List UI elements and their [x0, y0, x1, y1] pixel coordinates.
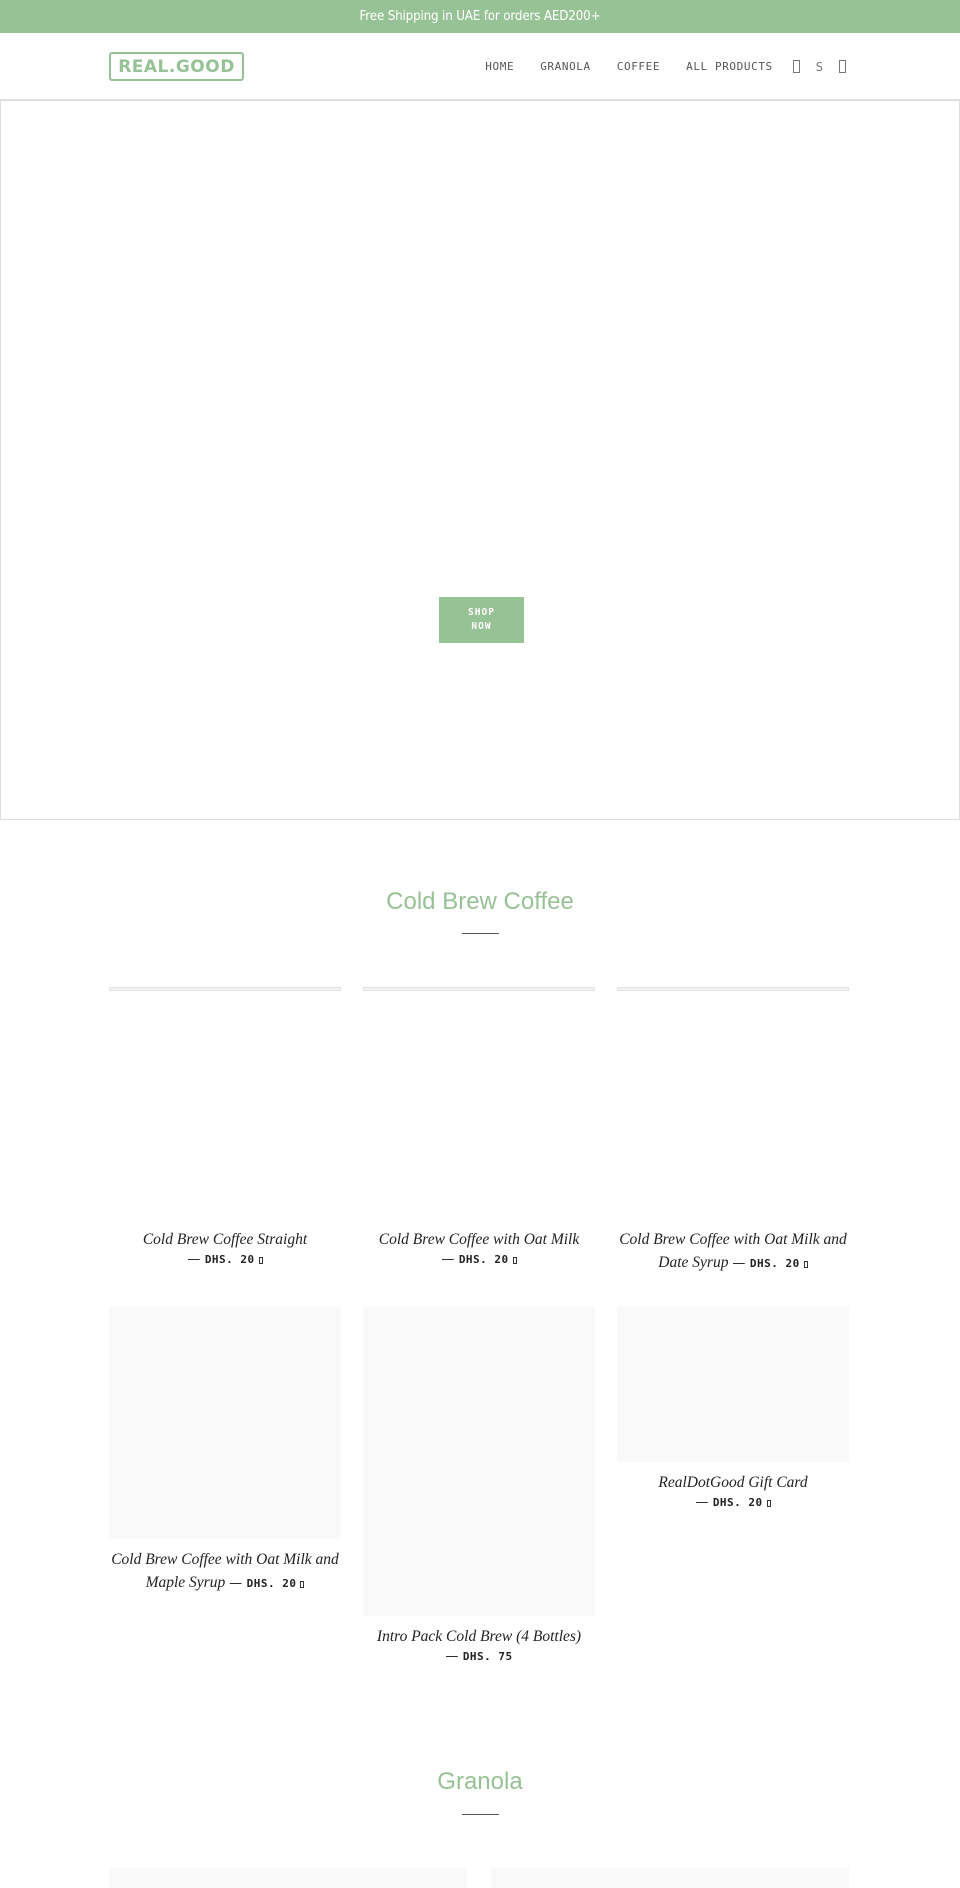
- logo[interactable]: REAL.GOOD: [109, 52, 244, 81]
- shop-now-button[interactable]: SHOP NOW: [439, 597, 524, 643]
- currency-icon: [766, 1500, 771, 1507]
- site-header: REAL.GOOD HOME GRANOLA COFFEE ALL PRODUC…: [0, 33, 960, 100]
- nav-granola[interactable]: GRANOLA: [540, 60, 591, 73]
- product-card[interactable]: Cold Brew Coffee Straight — DHS. 20: [109, 1228, 341, 1269]
- nav-all-products[interactable]: ALL PRODUCTS: [686, 60, 773, 73]
- shop-now-line2: NOW: [471, 621, 492, 632]
- product-image[interactable]: [109, 987, 341, 991]
- section-title-granola: Granola: [437, 1768, 523, 1795]
- shop-now-line1: SHOP: [468, 607, 495, 618]
- announcement-text: Free Shipping in UAE for orders AED200+: [359, 9, 601, 24]
- currency-icon: [512, 1257, 517, 1264]
- product-image[interactable]: [363, 1307, 595, 1616]
- product-card[interactable]: Cold Brew Coffee with Oat Milk — DHS. 20: [363, 1228, 595, 1269]
- main-nav: HOME GRANOLA COFFEE ALL PRODUCTS S: [485, 33, 846, 100]
- product-image[interactable]: [109, 1868, 467, 1888]
- product-price: — DHS. 75: [445, 1649, 513, 1664]
- currency-icon: [258, 1257, 263, 1264]
- currency-icon: [300, 1581, 305, 1588]
- product-price: — DHS. 20: [363, 1251, 595, 1269]
- search-icon[interactable]: [792, 60, 800, 73]
- product-card[interactable]: Cold Brew Coffee with Oat Milk and Date …: [617, 1228, 849, 1275]
- product-title[interactable]: RealDotGood Gift Card: [658, 1474, 807, 1491]
- cart-icon[interactable]: [839, 60, 846, 73]
- product-price: — DHS. 20: [109, 1251, 341, 1269]
- product-image[interactable]: [491, 1868, 849, 1888]
- product-image[interactable]: [109, 1307, 341, 1539]
- product-card[interactable]: RealDotGood Gift Card — DHS. 20: [617, 1471, 849, 1512]
- product-image[interactable]: [617, 1307, 849, 1462]
- product-title[interactable]: Cold Brew Coffee with Oat Milk and Maple…: [111, 1551, 339, 1591]
- section-title-cold-brew: Cold Brew Coffee: [386, 888, 574, 915]
- nav-home[interactable]: HOME: [485, 60, 514, 73]
- product-image[interactable]: [363, 987, 595, 991]
- product-price: — DHS. 20: [732, 1256, 808, 1271]
- currency-icon: [803, 1261, 808, 1268]
- section-divider: [462, 1814, 499, 1815]
- section-divider: [462, 933, 499, 934]
- product-title[interactable]: Intro Pack Cold Brew (4 Bottles): [377, 1628, 581, 1645]
- product-card[interactable]: Cold Brew Coffee with Oat Milk and Maple…: [109, 1548, 341, 1595]
- product-price: — DHS. 20: [229, 1576, 305, 1591]
- product-card[interactable]: Intro Pack Cold Brew (4 Bottles) — DHS. 7…: [363, 1625, 595, 1666]
- product-title[interactable]: Cold Brew Coffee Straight: [143, 1231, 307, 1248]
- product-price: — DHS. 20: [617, 1494, 849, 1512]
- product-image[interactable]: [617, 987, 849, 991]
- announcement-bar: Free Shipping in UAE for orders AED200+: [0, 0, 960, 33]
- nav-coffee[interactable]: COFFEE: [617, 60, 660, 73]
- hero-banner: SHOP NOW: [0, 100, 960, 820]
- product-title[interactable]: Cold Brew Coffee with Oat Milk: [379, 1231, 579, 1248]
- account-icon[interactable]: S: [816, 60, 823, 74]
